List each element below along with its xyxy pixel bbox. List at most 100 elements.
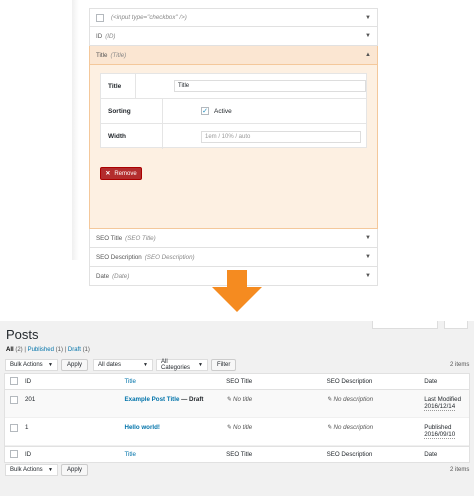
bulk-actions-select-top[interactable]: Bulk Actions ▼ [5, 359, 58, 371]
items-count-bottom: 2 items [450, 467, 470, 473]
seo-description-value: No description [333, 424, 374, 431]
column-label: SEO Title [96, 234, 123, 242]
sorting-checkbox[interactable]: ✓ [201, 107, 209, 115]
column-row-checkbox[interactable]: (<input type="checkbox" />) ▼ [89, 8, 378, 27]
filter-draft-count: (1) [82, 347, 90, 353]
chevron-down-icon: ▼ [48, 467, 53, 473]
column-row-title-active[interactable]: Title (Title) ▲ [89, 46, 378, 65]
apply-button-top[interactable]: Apply [61, 359, 89, 371]
chevron-down-icon[interactable]: ▼ [365, 33, 371, 39]
chevron-up-icon[interactable]: ▲ [365, 52, 371, 58]
column-edit-box: Title Title Sorting ✓ Active Width 1em /… [89, 65, 378, 229]
width-input[interactable]: 1em / 10% / auto [201, 130, 361, 143]
column-label: SEO Description [96, 253, 142, 261]
remove-button[interactable]: ✕ Remove [100, 167, 142, 180]
filter-all[interactable]: All [6, 347, 14, 353]
sorting-label: Sorting [101, 99, 163, 123]
filter-published[interactable]: Published [28, 347, 54, 353]
post-state: — Draft [181, 396, 204, 403]
column-settings-panel: (<input type="checkbox" />) ▼ ID (ID) ▼ … [89, 8, 378, 286]
col-footer-seo-description: SEO Description [326, 451, 373, 458]
col-header-title[interactable]: Title [125, 378, 227, 385]
column-sub-label: (Date) [112, 272, 130, 280]
apply-button-bottom[interactable]: Apply [61, 464, 89, 476]
column-sub-label: (Title) [110, 51, 127, 59]
column-sub-label: (SEO Description) [144, 253, 195, 261]
table-row: 201 Example Post Title — Draft ✎ No titl… [5, 390, 469, 418]
date-value: 2016/12/14 [424, 403, 456, 411]
post-title-link[interactable]: Example Post Title [125, 396, 180, 403]
chevron-down-icon[interactable]: ▼ [365, 15, 371, 21]
col-footer-seo-title: SEO Title [226, 451, 253, 458]
column-sub-label: (<input type="checkbox" />) [111, 14, 187, 21]
items-count-top: 2 items [450, 362, 470, 368]
select-all-checkbox-footer[interactable] [10, 449, 18, 458]
chevron-down-icon: ▼ [198, 362, 203, 368]
post-title-link[interactable]: Hello world! [125, 424, 160, 431]
col-header-id[interactable]: ID [25, 378, 125, 385]
arrow-down-icon [227, 270, 247, 288]
chevron-down-icon[interactable]: ▼ [365, 273, 371, 279]
column-label: ID [96, 32, 103, 40]
chevron-down-icon[interactable]: ▼ [365, 235, 371, 241]
filter-draft[interactable]: Draft [68, 347, 81, 353]
sorting-value: Active [214, 107, 232, 115]
seo-title-value: No title [232, 396, 253, 403]
column-sub-label: (SEO Title) [125, 234, 156, 242]
chevron-down-icon[interactable]: ▼ [365, 254, 371, 260]
col-footer-id[interactable]: ID [25, 451, 125, 458]
bulk-actions-value: Bulk Actions [10, 467, 43, 473]
checkbox-icon [96, 13, 104, 22]
dates-select[interactable]: All dates ▼ [93, 359, 153, 371]
column-row-id[interactable]: ID (ID) ▼ [89, 27, 378, 46]
pencil-icon[interactable]: ✎ [226, 424, 231, 431]
column-row-seo-description[interactable]: SEO Description (SEO Description) ▼ [89, 248, 378, 267]
column-label: Date [96, 272, 110, 280]
row-checkbox[interactable] [10, 396, 18, 404]
help-tab[interactable] [444, 321, 468, 329]
post-id: 201 [24, 396, 36, 403]
chevron-down-icon: ▼ [48, 362, 53, 368]
dates-value: All dates [98, 362, 122, 368]
form-row-title: Title Title [101, 74, 366, 99]
table-footer: ID Title SEO Title SEO Description Date [5, 446, 469, 462]
pencil-icon[interactable]: ✎ [226, 396, 231, 403]
select-all-checkbox[interactable] [10, 376, 18, 385]
status-filters: All (2) | Published (1) | Draft (1) [6, 347, 90, 353]
bulk-actions-select-bottom[interactable]: Bulk Actions ▼ [5, 464, 58, 476]
pencil-icon[interactable]: ✎ [327, 396, 332, 403]
pencil-icon[interactable]: ✎ [327, 424, 332, 431]
col-header-seo-title: SEO Title [226, 378, 253, 385]
col-header-date[interactable]: Date [424, 378, 469, 385]
table-header: ID Title SEO Title SEO Description Date [5, 374, 469, 390]
column-row-seo-title[interactable]: SEO Title (SEO Title) ▼ [89, 229, 378, 248]
chevron-down-icon: ▼ [143, 362, 148, 368]
col-footer-date[interactable]: Date [424, 451, 469, 458]
post-id: 1 [24, 424, 29, 431]
arrow-head-icon [212, 287, 262, 312]
col-header-seo-description: SEO Description [326, 378, 373, 385]
panel-shadow [72, 0, 79, 260]
filter-all-count: (2) [15, 347, 23, 353]
table-row: 1 Hello world! ✎ No title ✎ No descripti… [5, 418, 469, 446]
date-status: Last Modified [424, 396, 462, 403]
col-footer-title[interactable]: Title [125, 451, 227, 458]
remove-label: Remove [114, 170, 137, 177]
column-label: Title [96, 51, 108, 59]
screen-options-tab[interactable] [372, 321, 438, 329]
column-settings-form: Title Title Sorting ✓ Active Width 1em /… [100, 73, 367, 149]
close-icon: ✕ [105, 171, 111, 177]
seo-title-value: No title [232, 424, 253, 431]
column-sub-label: (ID) [105, 32, 116, 40]
page-title: Posts [6, 327, 39, 342]
date-status: Published [424, 424, 452, 431]
posts-table: ID Title SEO Title SEO Description Date … [4, 373, 470, 463]
filter-button[interactable]: Filter [211, 359, 237, 371]
width-label: Width [101, 124, 163, 149]
separator: | [24, 347, 26, 353]
title-label: Title [101, 74, 136, 98]
categories-select[interactable]: All Categories ▼ [156, 359, 208, 371]
seo-description-value: No description [333, 396, 374, 403]
row-checkbox[interactable] [10, 424, 18, 432]
title-input[interactable]: Title [174, 80, 366, 92]
